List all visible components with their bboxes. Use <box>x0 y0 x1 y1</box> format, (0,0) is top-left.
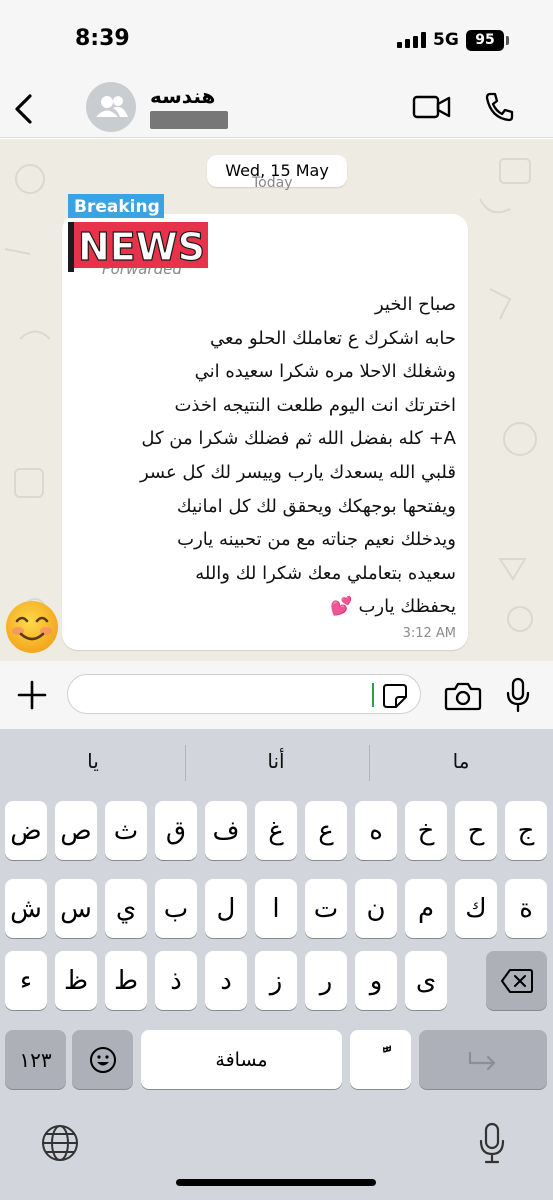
message-line: ويفتحها بوجهكك ويحقق لك كل امانيك <box>176 495 456 517</box>
key[interactable]: ء <box>5 951 47 1010</box>
video-call-button[interactable] <box>412 92 452 122</box>
message-text: صباح الخير حابه اشكرك ع تعاملك الحلو معي… <box>66 288 456 624</box>
message-line: سعيده بتعاملي معك شكرا لك والله <box>195 562 456 584</box>
microphone-icon <box>506 677 530 713</box>
emoji-key[interactable] <box>72 1030 133 1089</box>
key[interactable]: ي <box>105 879 147 938</box>
key[interactable]: ص <box>55 801 97 860</box>
text-cursor <box>372 683 374 707</box>
video-camera-icon <box>412 95 451 119</box>
key[interactable]: ا <box>255 879 297 938</box>
chevron-left-icon <box>15 94 32 124</box>
signal-strength-icon <box>397 32 427 48</box>
key[interactable]: م <box>405 879 447 938</box>
suggestion-divider <box>369 745 370 781</box>
message-time: 3:12 AM <box>402 626 456 641</box>
key[interactable]: ذ <box>155 951 197 1010</box>
suggestion-1[interactable]: يا <box>18 749 168 773</box>
suggestion-3[interactable]: ما <box>386 749 536 773</box>
message-line: قلبي الله يسعدك يارب وييسر لك كل عسر <box>139 461 456 483</box>
status-time: 8:39 <box>75 26 130 51</box>
key[interactable]: ظ <box>55 951 97 1010</box>
chat-area[interactable]: Wed, 15 May Today Forwarded Breaking NEW… <box>0 139 553 661</box>
numbers-key[interactable]: ١٢٣ <box>5 1030 66 1089</box>
chat-header: هندسه <box>0 80 553 138</box>
key[interactable]: ز <box>255 951 297 1010</box>
return-key[interactable] <box>419 1030 547 1089</box>
status-bar: 8:39 5G 95 <box>0 0 553 80</box>
voice-call-button[interactable] <box>482 90 516 124</box>
key[interactable]: و <box>355 951 397 1010</box>
key[interactable]: ت <box>305 879 347 938</box>
dictation-microphone-icon[interactable] <box>477 1121 507 1165</box>
message-input[interactable] <box>67 674 421 714</box>
message-input-bar <box>0 661 553 729</box>
key[interactable]: س <box>55 879 97 938</box>
home-indicator[interactable] <box>176 1179 376 1186</box>
breaking-text: Breaking <box>74 197 160 217</box>
key[interactable]: د <box>205 951 247 1010</box>
message-line: يحفظك يارب 💕 <box>330 596 456 618</box>
message-line: وشغلك الاحلا مره شكرا سعيده اني <box>194 361 456 383</box>
emoji-icon <box>89 1046 116 1073</box>
plus-icon <box>17 680 47 710</box>
back-button[interactable] <box>6 88 42 130</box>
camera-button[interactable] <box>444 681 482 711</box>
key[interactable]: ق <box>155 801 197 860</box>
key[interactable]: خ <box>405 801 447 860</box>
battery-icon: 95 <box>466 30 504 51</box>
breaking-news-sticker: Breaking NEWS <box>68 194 208 272</box>
key[interactable]: ر <box>305 951 347 1010</box>
key[interactable]: ث <box>105 801 147 860</box>
sticker-button[interactable] <box>382 683 408 709</box>
key[interactable]: ك <box>455 879 497 938</box>
today-label: Today <box>252 175 293 191</box>
key[interactable]: ح <box>455 801 497 860</box>
message-line: صباح الخير <box>374 294 456 315</box>
avatar[interactable] <box>86 82 136 132</box>
battery-tip <box>506 36 509 45</box>
return-arrow-icon <box>468 1051 496 1070</box>
message-line: ويدخلك نعيم جناته مع من تحبينه يارب <box>177 529 456 551</box>
phone-icon <box>485 92 514 122</box>
keyboard: يا أنا ما ض ص ث ق ف غ ع ه خ ح ج ش س ي ب … <box>0 729 553 1200</box>
key[interactable]: ع <box>305 801 347 860</box>
backspace-icon <box>500 968 533 993</box>
key[interactable]: ه <box>355 801 397 860</box>
group-icon <box>96 96 128 117</box>
key[interactable]: ى <box>405 951 447 1010</box>
delete-key[interactable] <box>486 951 547 1010</box>
globe-icon[interactable] <box>40 1123 80 1163</box>
key[interactable]: ب <box>155 879 197 938</box>
voice-message-button[interactable] <box>505 677 531 713</box>
key[interactable]: ف <box>205 801 247 860</box>
message-line: حابه اشكرك ع تعاملك الحلو معي <box>209 327 456 349</box>
suggestion-2[interactable]: أنا <box>201 749 351 773</box>
sticker-icon <box>383 684 407 708</box>
network-type: 5G <box>433 30 459 50</box>
key[interactable]: ة <box>505 879 547 938</box>
contact-name[interactable]: هندسه <box>150 84 215 108</box>
key[interactable]: ل <box>205 879 247 938</box>
key[interactable]: غ <box>255 801 297 860</box>
tanween-key[interactable]: ًّ <box>350 1030 411 1089</box>
key[interactable]: ش <box>5 879 47 938</box>
key[interactable]: ط <box>105 951 147 1010</box>
camera-icon <box>444 682 482 711</box>
suggestion-divider <box>185 745 186 781</box>
attach-button[interactable] <box>16 679 48 711</box>
message-line: A+ كله بفضل الله ثم فضلك شكرا من كل <box>141 428 456 450</box>
key[interactable]: ن <box>355 879 397 938</box>
news-text: NEWS <box>78 225 205 269</box>
space-key[interactable]: مسافة <box>141 1030 342 1089</box>
key[interactable]: ج <box>505 801 547 860</box>
key[interactable]: ض <box>5 801 47 860</box>
smiling-face-reaction-icon[interactable] <box>4 599 60 655</box>
message-line: اخترتك انت اليوم طلعت النتيجه اخذت <box>174 394 456 416</box>
redacted-contact-info <box>150 111 228 129</box>
message-bubble[interactable]: Forwarded Breaking NEWS صباح الخير حابه … <box>62 194 468 650</box>
